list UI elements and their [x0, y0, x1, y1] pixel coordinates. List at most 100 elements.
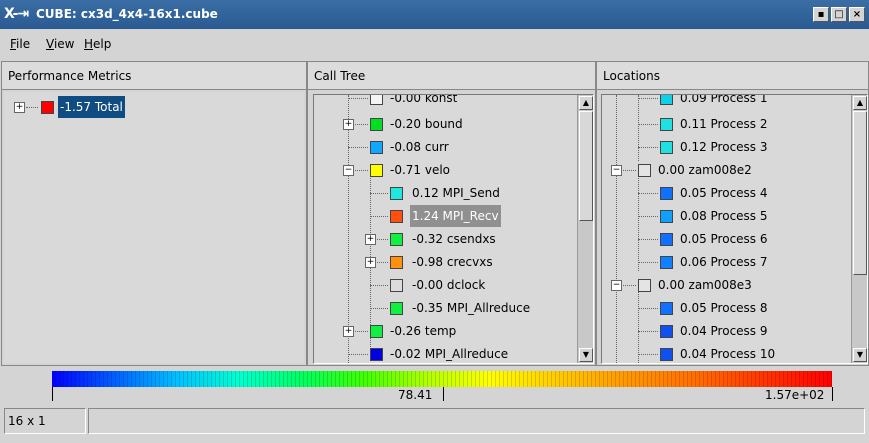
tree-item-label[interactable]: 0.04 Process 10 — [680, 343, 775, 363]
tree-item[interactable]: 0.05 Process 4 — [602, 182, 852, 204]
topology-status: 16 x 1 — [4, 408, 86, 434]
tree-item-label[interactable]: -0.32 csendxs — [412, 228, 496, 250]
tree-item-label[interactable]: -0.00 dclock — [412, 274, 485, 296]
tree-item-label[interactable]: 0.00 zam008e2 — [658, 159, 752, 181]
tree-item[interactable]: -0.00 konst — [314, 95, 584, 109]
tree-item[interactable]: − 0.00 zam008e3 — [602, 274, 852, 296]
color-swatch-icon — [370, 325, 383, 338]
tree-item[interactable]: 0.09 Process 1 — [602, 95, 852, 109]
tree-item[interactable]: 0.04 Process 10 — [602, 343, 852, 363]
tree-item-label[interactable]: -0.35 MPI_Allreduce — [412, 297, 530, 319]
tree-item-label[interactable]: 0.11 Process 2 — [680, 113, 768, 135]
tree-item-label[interactable]: -0.71 velo — [390, 159, 450, 181]
collapse-icon[interactable]: − — [611, 280, 622, 291]
calltree-header: Call Tree — [308, 62, 595, 90]
window-menu-icon[interactable]: X-⇥ — [4, 6, 29, 22]
tree-item[interactable]: + -0.26 temp — [314, 320, 584, 342]
collapse-icon[interactable]: − — [611, 165, 622, 176]
tree-item[interactable]: -0.02 MPI_Allreduce — [314, 343, 584, 363]
metrics-panel: Performance Metrics + -1.57 Total — [1, 61, 307, 366]
tree-item-label[interactable]: 0.09 Process 1 — [680, 95, 768, 109]
scroll-down-icon[interactable]: ▼ — [579, 348, 593, 362]
tree-item-label[interactable]: 0.12 Process 3 — [680, 136, 768, 158]
expand-icon[interactable]: + — [343, 326, 354, 337]
menu-bar: File View Help — [0, 29, 869, 59]
tree-item-label[interactable]: 0.12 MPI_Send — [412, 182, 500, 204]
tree-item[interactable]: + -0.98 crecvxs — [314, 251, 584, 273]
tree-item-label[interactable]: 0.05 Process 6 — [680, 228, 768, 250]
color-swatch-icon — [390, 187, 403, 200]
tree-item[interactable]: + -0.32 csendxs — [314, 228, 584, 250]
menu-help[interactable]: Help — [84, 37, 111, 51]
color-swatch-icon — [660, 256, 673, 269]
locations-header: Locations — [597, 62, 868, 90]
color-swatch-icon — [660, 210, 673, 223]
tree-item-label[interactable]: -0.20 bound — [390, 113, 463, 135]
tree-item[interactable]: -0.00 dclock — [314, 274, 584, 296]
color-swatch-icon — [660, 95, 673, 105]
tree-item-total[interactable]: + -1.57 Total — [4, 96, 304, 118]
color-swatch-icon — [660, 302, 673, 315]
tree-item-label[interactable]: 0.04 Process 9 — [680, 320, 768, 342]
color-scale: 78.41 1.57e+02 — [0, 366, 869, 406]
tree-item[interactable]: 0.05 Process 8 — [602, 297, 852, 319]
tree-item-label[interactable]: 0.00 zam008e3 — [658, 274, 752, 296]
menu-help-rest: elp — [93, 37, 112, 51]
tree-item[interactable]: 0.04 Process 9 — [602, 320, 852, 342]
tree-item[interactable]: 0.05 Process 6 — [602, 228, 852, 250]
tree-item-label[interactable]: -1.57 Total — [58, 96, 125, 118]
expand-icon[interactable]: + — [365, 257, 376, 268]
expand-icon[interactable]: + — [343, 119, 354, 130]
expand-icon[interactable]: + — [365, 234, 376, 245]
tree-item[interactable]: 0.06 Process 7 — [602, 251, 852, 273]
color-swatch-icon — [390, 233, 403, 246]
locations-tree[interactable]: 0.09 Process 1 0.11 Process 2 0.12 Proce… — [601, 94, 868, 364]
scroll-up-icon[interactable]: ▲ — [853, 96, 867, 110]
scroll-down-icon[interactable]: ▼ — [853, 348, 867, 362]
tree-item[interactable]: 0.08 Process 5 — [602, 205, 852, 227]
color-swatch-icon — [638, 279, 651, 292]
calltree-tree[interactable]: -0.00 konst + -0.20 bound -0.08 curr − -… — [313, 94, 594, 364]
tree-item[interactable]: -0.35 MPI_Allreduce — [314, 297, 584, 319]
tree-item[interactable]: − 0.00 zam008e2 — [602, 159, 852, 181]
color-swatch-icon — [660, 118, 673, 131]
tree-item[interactable]: + -0.20 bound — [314, 113, 584, 135]
status-bar: 16 x 1 — [0, 406, 869, 443]
tree-item-label[interactable]: 0.05 Process 4 — [680, 182, 768, 204]
calltree-panel: Call Tree -0.00 konst + -0.20 bound -0.0… — [307, 61, 596, 366]
locations-panel: Locations 0.09 Process 1 0.11 Process 2 — [596, 61, 869, 366]
collapse-icon[interactable]: − — [343, 165, 354, 176]
tree-item[interactable]: -0.08 curr — [314, 136, 584, 158]
color-swatch-icon — [390, 302, 403, 315]
scroll-thumb[interactable] — [853, 111, 867, 275]
color-swatch-icon — [370, 348, 383, 361]
expand-icon[interactable]: + — [14, 102, 25, 113]
menu-file[interactable]: File — [10, 37, 30, 51]
scroll-thumb[interactable] — [579, 111, 593, 221]
metrics-tree[interactable]: + -1.57 Total — [2, 90, 306, 365]
tree-item[interactable]: − -0.71 velo — [314, 159, 584, 181]
tree-item[interactable]: 0.12 Process 3 — [602, 136, 852, 158]
title-bar[interactable]: X-⇥ CUBE: cx3d_4x4-16x1.cube ▪ □ × — [0, 0, 869, 29]
close-button[interactable]: × — [849, 7, 865, 22]
tree-item-label[interactable]: -0.26 temp — [390, 320, 456, 342]
tree-item-label[interactable]: -0.08 curr — [390, 136, 449, 158]
scale-tick-mid — [443, 387, 444, 401]
scroll-up-icon[interactable]: ▲ — [579, 96, 593, 110]
locations-scrollbar[interactable]: ▲ ▼ — [851, 95, 867, 363]
maximize-button[interactable]: □ — [831, 7, 847, 22]
minimize-button[interactable]: ▪ — [813, 7, 829, 22]
tree-item-label[interactable]: 0.05 Process 8 — [680, 297, 768, 319]
calltree-scrollbar[interactable]: ▲ ▼ — [577, 95, 593, 363]
tree-item-label[interactable]: -0.00 konst — [390, 95, 457, 109]
tree-item-label[interactable]: 1.24 MPI_Recv — [410, 205, 501, 227]
tree-item[interactable]: 0.12 MPI_Send — [314, 182, 584, 204]
tree-item-label[interactable]: -0.98 crecvxs — [412, 251, 493, 273]
tree-item-label[interactable]: -0.02 MPI_Allreduce — [390, 343, 508, 363]
tree-item[interactable]: 1.24 MPI_Recv — [314, 205, 584, 227]
tree-item[interactable]: 0.11 Process 2 — [602, 113, 852, 135]
color-scale-bar — [52, 371, 832, 387]
tree-item-label[interactable]: 0.06 Process 7 — [680, 251, 768, 273]
menu-view[interactable]: View — [46, 37, 74, 51]
tree-item-label[interactable]: 0.08 Process 5 — [680, 205, 768, 227]
